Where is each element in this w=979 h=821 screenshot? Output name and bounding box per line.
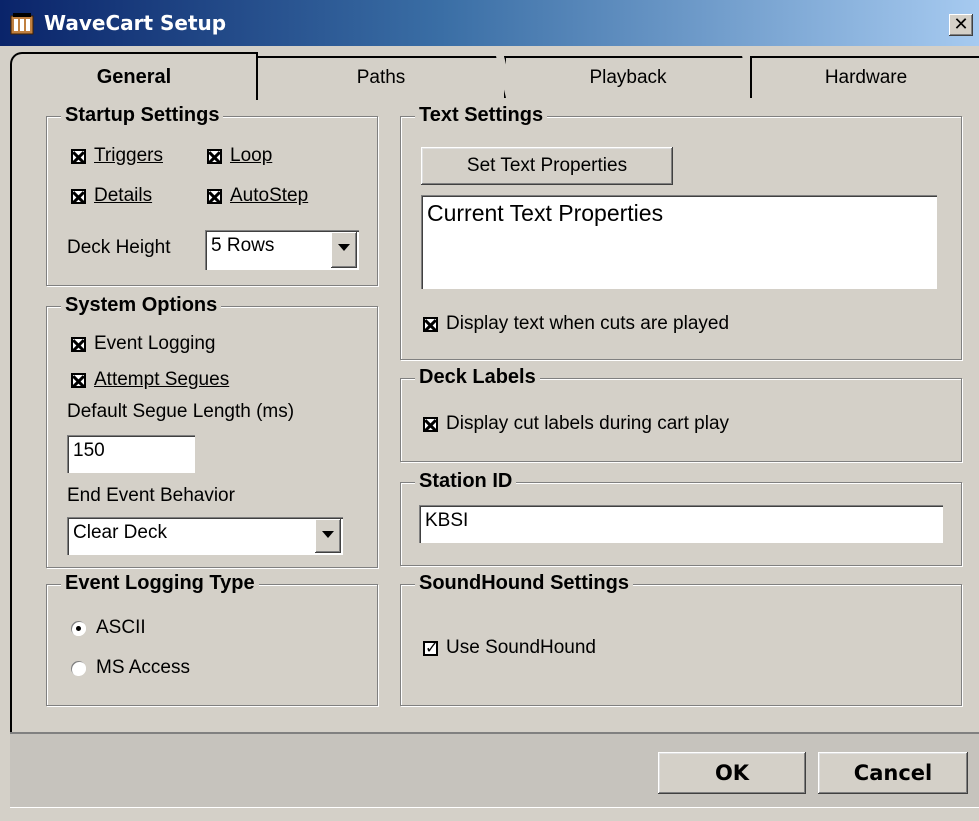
ok-button[interactable]: OK bbox=[658, 752, 806, 794]
display-text-label: Display text when cuts are played bbox=[446, 313, 730, 334]
startup-settings-title: Startup Settings bbox=[61, 104, 224, 127]
display-cut-labels-checkbox[interactable]: Display cut labels during cart play bbox=[423, 413, 729, 435]
checkmark-icon bbox=[423, 638, 438, 657]
cancel-button[interactable]: Cancel bbox=[818, 752, 968, 794]
ascii-radio[interactable]: ASCII bbox=[71, 617, 146, 639]
event-logging-label: Event Logging bbox=[94, 333, 216, 354]
autostep-checkbox[interactable]: AutoStep bbox=[207, 185, 308, 207]
ascii-label: ASCII bbox=[96, 617, 146, 638]
end-event-select[interactable]: Clear Deck bbox=[67, 517, 343, 555]
startup-settings-group: Startup Settings Triggers Loop Details A… bbox=[46, 104, 378, 286]
station-id-input[interactable]: KBSI bbox=[419, 505, 943, 543]
tab-strip: General Paths Playback Hardware bbox=[10, 52, 979, 100]
checkbox-checked-icon bbox=[423, 416, 438, 432]
display-text-checkbox[interactable]: Display text when cuts are played bbox=[423, 313, 729, 335]
ms-access-radio[interactable]: MS Access bbox=[71, 657, 190, 679]
deck-height-select[interactable]: 5 Rows bbox=[205, 230, 359, 270]
tab-paths[interactable]: Paths bbox=[256, 56, 506, 98]
tab-hardware[interactable]: Hardware bbox=[750, 56, 979, 98]
use-soundhound-label: Use SoundHound bbox=[446, 637, 596, 658]
dialog-button-bar: OK Cancel bbox=[10, 732, 979, 808]
station-id-title: Station ID bbox=[415, 470, 517, 493]
radio-unselected-icon bbox=[71, 660, 86, 676]
tab-playback[interactable]: Playback bbox=[504, 56, 752, 98]
checkbox-checked-icon bbox=[423, 316, 438, 332]
event-logging-checkbox[interactable]: Event Logging bbox=[71, 333, 216, 355]
checkbox-checked-icon bbox=[71, 336, 86, 352]
general-tab-panel: Startup Settings Triggers Loop Details A… bbox=[10, 96, 979, 732]
attempt-segues-checkbox[interactable]: Attempt Segues bbox=[71, 369, 229, 391]
triggers-checkbox[interactable]: Triggers bbox=[71, 145, 163, 167]
system-options-title: System Options bbox=[61, 294, 222, 317]
wavecart-setup-dialog: WaveCart Setup ✕ General Paths Playback … bbox=[0, 0, 979, 821]
loop-checkbox[interactable]: Loop bbox=[207, 145, 272, 167]
tab-paths-label: Paths bbox=[356, 67, 406, 88]
window-title: WaveCart Setup bbox=[44, 11, 227, 35]
tab-general[interactable]: General bbox=[10, 52, 258, 100]
checkbox-checked-icon bbox=[71, 148, 86, 164]
event-logging-type-title: Event Logging Type bbox=[61, 572, 259, 595]
triggers-label: Triggers bbox=[94, 145, 163, 166]
deck-labels-title: Deck Labels bbox=[415, 366, 540, 389]
chevron-down-icon[interactable] bbox=[331, 232, 357, 268]
station-id-value: KBSI bbox=[425, 510, 469, 531]
deck-height-label: Deck Height bbox=[67, 237, 171, 258]
station-id-group: Station ID KBSI bbox=[400, 470, 962, 566]
deck-labels-group: Deck Labels Display cut labels during ca… bbox=[400, 366, 962, 462]
tab-hardware-label: Hardware bbox=[824, 67, 908, 88]
close-icon[interactable]: ✕ bbox=[949, 14, 973, 36]
display-cut-labels-label: Display cut labels during cart play bbox=[446, 413, 730, 434]
radio-selected-icon bbox=[71, 620, 86, 636]
checkbox-checked-icon bbox=[207, 148, 222, 164]
soundhound-settings-title: SoundHound Settings bbox=[415, 572, 633, 595]
end-event-label: End Event Behavior bbox=[67, 485, 235, 506]
set-text-properties-label: Set Text Properties bbox=[466, 155, 628, 176]
segue-length-input[interactable]: 150 bbox=[67, 435, 195, 473]
details-checkbox[interactable]: Details bbox=[71, 185, 152, 207]
event-logging-type-group: Event Logging Type ASCII MS Access bbox=[46, 572, 378, 706]
end-event-value: Clear Deck bbox=[73, 522, 167, 543]
text-properties-preview-text: Current Text Properties bbox=[427, 200, 664, 226]
tab-general-label: General bbox=[96, 65, 172, 88]
text-properties-preview: Current Text Properties bbox=[421, 195, 937, 289]
system-options-group: System Options Event Logging Attempt Seg… bbox=[46, 294, 378, 568]
deck-height-value: 5 Rows bbox=[211, 235, 275, 256]
wavecart-app-icon bbox=[10, 13, 34, 35]
ok-label: OK bbox=[714, 761, 750, 785]
checkbox-checked-icon bbox=[207, 188, 222, 204]
attempt-segues-label: Attempt Segues bbox=[94, 369, 230, 390]
ms-access-label: MS Access bbox=[96, 657, 190, 678]
tab-playback-label: Playback bbox=[589, 67, 667, 88]
cancel-label: Cancel bbox=[853, 761, 933, 785]
text-settings-group: Text Settings Set Text Properties Curren… bbox=[400, 104, 962, 360]
title-bar[interactable]: WaveCart Setup ✕ bbox=[0, 0, 979, 46]
segue-length-value: 150 bbox=[73, 440, 105, 461]
chevron-down-icon[interactable] bbox=[315, 519, 341, 553]
details-label: Details bbox=[94, 185, 153, 206]
text-settings-title: Text Settings bbox=[415, 104, 548, 127]
checkbox-checked-icon bbox=[71, 188, 86, 204]
autostep-label: AutoStep bbox=[230, 185, 309, 206]
use-soundhound-checkbox[interactable]: Use SoundHound bbox=[423, 637, 596, 659]
segue-length-label: Default Segue Length (ms) bbox=[67, 401, 295, 422]
loop-label: Loop bbox=[230, 145, 273, 166]
set-text-properties-button[interactable]: Set Text Properties bbox=[421, 147, 673, 185]
soundhound-settings-group: SoundHound Settings Use SoundHound bbox=[400, 572, 962, 706]
checkbox-checked-icon bbox=[71, 372, 86, 388]
